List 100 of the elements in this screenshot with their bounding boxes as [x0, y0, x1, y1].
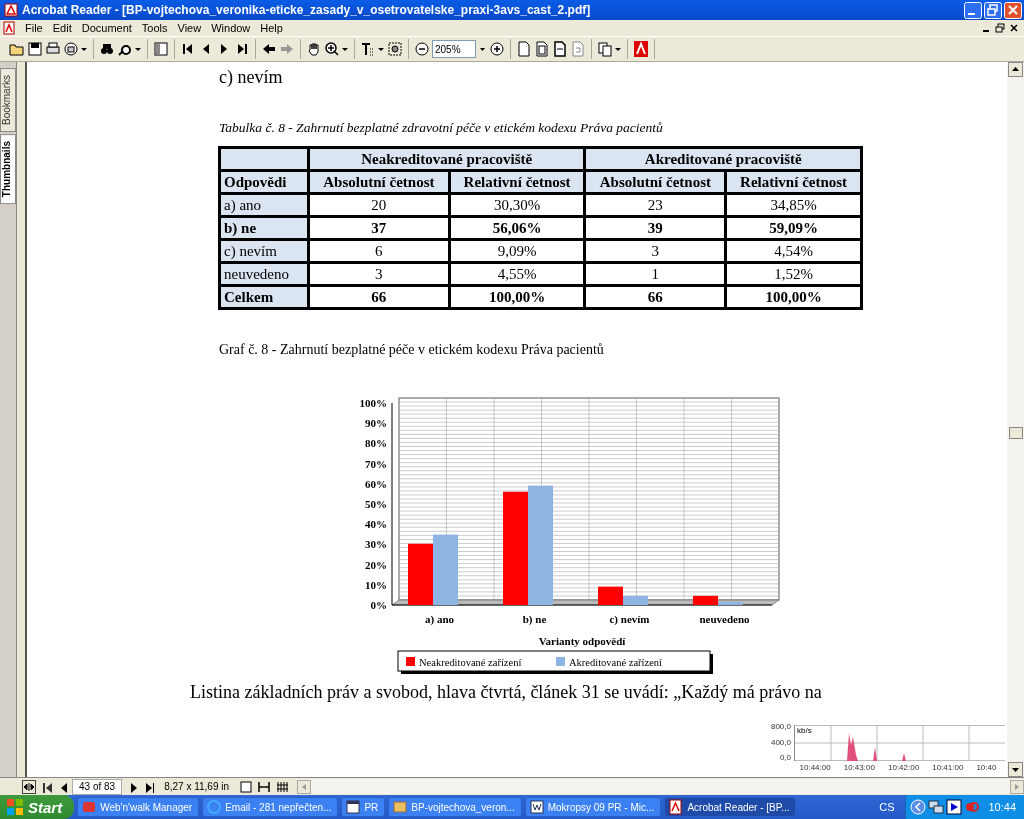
document-icon	[668, 799, 685, 815]
play-icon[interactable]	[946, 799, 963, 815]
menu-item[interactable]: Help	[255, 22, 288, 34]
bar	[433, 534, 458, 605]
zoom-out-icon[interactable]	[414, 41, 430, 57]
table-cell: 100,00%	[727, 287, 860, 307]
zoom-in-icon[interactable]	[324, 41, 340, 57]
legend-label: Akreditované zařízení	[569, 657, 663, 668]
scrollbar-thumb[interactable]	[1008, 427, 1023, 439]
body-text: Listina základních práv a svobod, hlava čtvrtá, článek 31 se uvádí: „Každý má právo na	[190, 682, 823, 703]
category-label: c) nevím	[609, 613, 650, 625]
zoom-plus-icon[interactable]	[489, 41, 505, 57]
table-header-cell: Relativní četnost	[450, 172, 584, 192]
app-icon	[81, 799, 98, 815]
legend-label: Neakreditované zařízení	[419, 657, 522, 668]
axis-tick-label: 10%	[365, 578, 387, 591]
menu-item[interactable]: Document	[76, 22, 137, 34]
single-page-icon[interactable]	[239, 779, 254, 794]
axis-tick-label: 70%	[365, 457, 387, 470]
fit-page-icon[interactable]	[534, 41, 550, 57]
back-arrow-icon[interactable]	[261, 41, 277, 57]
binoculars-icon[interactable]	[99, 41, 115, 57]
table-cell: 66	[586, 287, 725, 307]
document-icon[interactable]	[2, 21, 16, 35]
menu-item[interactable]: File	[20, 22, 48, 34]
taskbar-button[interactable]: Mokropsy 09 PR - Mic...	[524, 797, 662, 817]
scroll-left-icon[interactable]	[297, 779, 312, 794]
table-cell: 3	[310, 264, 448, 284]
adobe-logo-icon[interactable]	[633, 41, 649, 57]
vertical-scrollbar[interactable]	[1007, 62, 1024, 777]
menu-item[interactable]: Tools	[136, 22, 173, 34]
axis-tick-label: 60%	[365, 477, 387, 490]
table-cell: 9,09%	[450, 241, 584, 261]
scroll-down-icon[interactable]	[1008, 762, 1023, 777]
horizontal-scrollbar[interactable]	[297, 779, 1024, 794]
table-cell: neuvedeno	[221, 264, 307, 284]
axis-tick-label: 0%	[370, 599, 387, 611]
menu-item[interactable]: Window	[206, 22, 256, 34]
facing-pages-icon[interactable]	[275, 779, 290, 794]
table-header-cell: Akreditované pracoviště	[586, 149, 860, 169]
page-size-label: 8,27 x 11,69 in	[163, 781, 231, 792]
taskbar-button[interactable]: BP-vojtechova_veron...	[388, 797, 522, 817]
restore-button[interactable]	[994, 22, 1006, 34]
page-number-field[interactable]: 43 of 83	[72, 778, 123, 795]
scroll-up-icon[interactable]	[1008, 62, 1023, 77]
taskbar-button[interactable]: Acrobat Reader - [BP...	[664, 797, 797, 817]
menu-item[interactable]: Edit	[47, 22, 77, 34]
hand-icon[interactable]	[306, 41, 322, 57]
restore-button[interactable]	[984, 1, 1002, 19]
axis-tick-label: 30%	[365, 538, 387, 551]
scale-label: 0,0	[779, 753, 791, 762]
save-icon[interactable]	[27, 41, 43, 57]
table-cell: 1,52%	[727, 264, 860, 284]
answer-option: c) nevím	[219, 67, 919, 88]
fit-width-icon[interactable]	[552, 41, 568, 57]
table-cell: c) nevím	[221, 241, 307, 261]
zoom-field[interactable]: 205%	[432, 40, 476, 58]
table-cell: 37	[310, 218, 448, 238]
axis-tick-label: 50%	[365, 498, 387, 510]
time-label: 10:42:00	[887, 762, 920, 772]
clock: 10:44	[988, 801, 1016, 813]
menu-item[interactable]: View	[172, 22, 207, 34]
taskbar-button[interactable]: PR	[341, 797, 386, 817]
page-icon[interactable]	[516, 41, 532, 57]
table-header-cell: Absolutní četnost	[586, 172, 725, 192]
time-label: 10:44:00	[799, 762, 831, 772]
document-icon	[528, 799, 545, 815]
panel-tab[interactable]: Thumbnails	[0, 134, 16, 205]
panel-icon[interactable]	[153, 41, 169, 57]
taskbar-button[interactable]: Web'n'walk Manager	[77, 797, 200, 817]
table-cell: 4,54%	[727, 241, 860, 261]
table-cell: b) ne	[221, 218, 307, 238]
taskbar-button[interactable]: Email - 281 nepřečten...	[202, 797, 339, 817]
email-icon[interactable]	[63, 41, 79, 57]
table-cell: a) ano	[221, 195, 307, 215]
pages-icon[interactable]	[597, 41, 613, 57]
snapshot-icon[interactable]	[387, 41, 403, 57]
table-cell: 56,06%	[450, 218, 584, 238]
expand-tray-icon[interactable]	[910, 799, 927, 815]
open-folder-icon[interactable]	[9, 41, 25, 57]
time-label: 10:43:00	[843, 762, 875, 772]
language-indicator[interactable]: CS	[871, 801, 903, 813]
chart-caption: Graf č. 8 - Zahrnutí bezplatné péče v etickém kodexu Práva pacientů	[219, 342, 605, 358]
table-cell: 59,09%	[727, 218, 860, 238]
close-button[interactable]	[1008, 22, 1020, 34]
table-cell: 3	[586, 241, 725, 261]
table-header-cell: Neakreditované pracoviště	[310, 149, 584, 169]
axis-tick-label: 80%	[365, 437, 387, 450]
panel-tab[interactable]: Bookmarks	[0, 68, 16, 132]
windows-logo-icon	[6, 798, 24, 816]
print-icon[interactable]	[45, 41, 61, 57]
text-select-icon[interactable]	[360, 41, 376, 57]
start-button[interactable]: Start	[0, 795, 75, 819]
continuous-icon[interactable]	[257, 779, 272, 794]
move-icon[interactable]	[22, 779, 36, 794]
unit-label: kb/s	[797, 726, 812, 735]
network-icon[interactable]	[928, 799, 945, 815]
category-label: b) ne	[522, 613, 547, 625]
axis-tick-label: 40%	[365, 518, 387, 531]
scale-label: 800,0	[770, 722, 791, 731]
